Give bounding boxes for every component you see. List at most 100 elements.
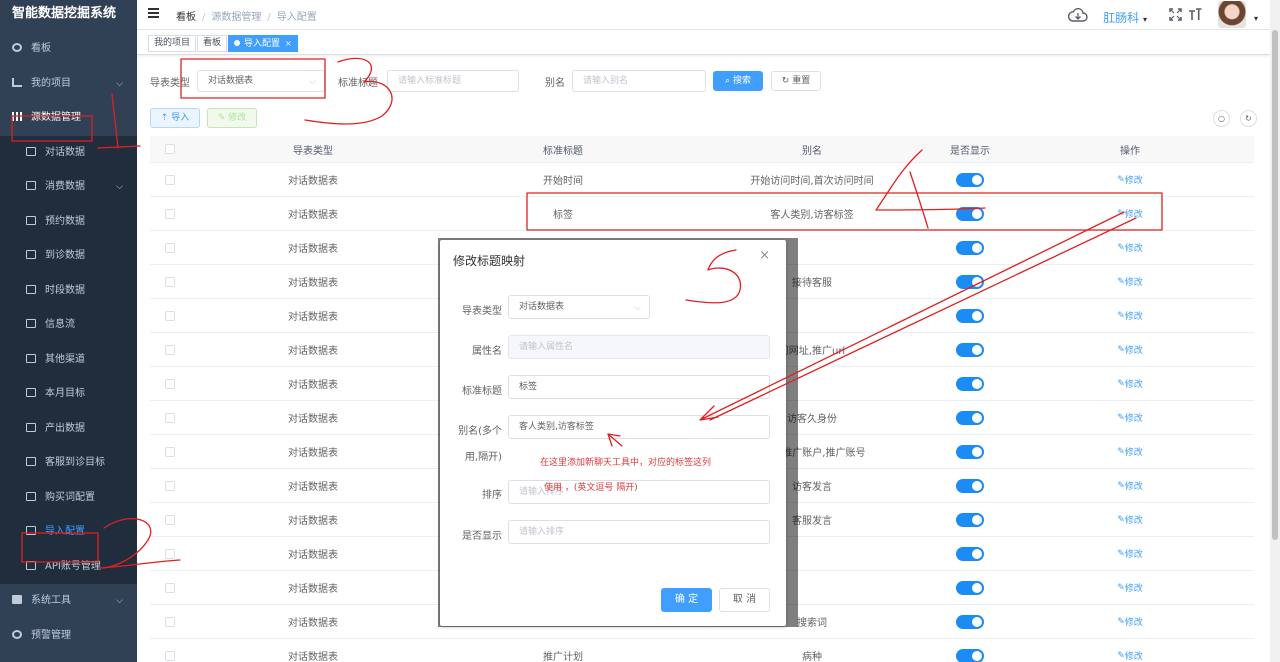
visible-switch[interactable]	[920, 265, 1020, 298]
visible-switch[interactable]	[920, 469, 1020, 502]
visible-switch[interactable]	[920, 299, 1020, 332]
sidebar-item[interactable]: 到诊数据	[0, 239, 137, 274]
tree-icon	[12, 77, 22, 87]
visible-switch[interactable]	[920, 367, 1020, 400]
import-button[interactable]: ⇡ 导入	[150, 108, 200, 128]
sidebar-item[interactable]: 购买词配置	[0, 480, 137, 515]
row-checkbox[interactable]	[162, 435, 178, 468]
row-checkbox[interactable]	[162, 571, 178, 604]
row-edit-link[interactable]: ✎ 修改	[1080, 197, 1180, 230]
filter-title-input[interactable]: 请输入标准标题	[387, 70, 519, 92]
row-checkbox[interactable]	[162, 265, 178, 298]
scrollbar-thumb[interactable]	[1272, 30, 1278, 540]
cell-title: 开始时间	[543, 176, 583, 187]
row-edit-link[interactable]: ✎ 修改	[1080, 571, 1180, 604]
dialog-type-select[interactable]: 对话数据表 ⌵	[508, 295, 650, 319]
dialog-attr-input[interactable]: 请输入属性名	[508, 335, 770, 359]
filter-alias-input[interactable]: 请输入别名	[572, 70, 706, 92]
close-icon[interactable]: ×	[759, 248, 770, 263]
sidebar-item[interactable]: 看板	[0, 32, 137, 67]
sidebar-item[interactable]: 客服到诊目标	[0, 446, 137, 481]
tag-dashboard[interactable]: 看板	[197, 35, 228, 52]
cancel-button[interactable]: 取 消	[719, 588, 770, 612]
sidebar-item[interactable]: 本月目标	[0, 377, 137, 412]
visible-switch[interactable]	[920, 197, 1020, 230]
visible-switch[interactable]	[920, 571, 1020, 604]
row-edit-link[interactable]: ✎ 修改	[1080, 299, 1180, 332]
close-icon[interactable]: ×	[285, 39, 292, 48]
fullscreen-icon[interactable]	[1169, 8, 1182, 21]
user-name[interactable]: 肛肠科 ▾	[1103, 9, 1147, 26]
row-edit-link[interactable]: ✎ 修改	[1080, 401, 1180, 434]
row-checkbox[interactable]	[162, 231, 178, 264]
row-edit-link[interactable]: ✎ 修改	[1080, 469, 1180, 502]
sidebar-item[interactable]: 信息流	[0, 308, 137, 343]
row-checkbox[interactable]	[162, 469, 178, 502]
visible-switch[interactable]	[920, 401, 1020, 434]
sidebar-item[interactable]: 预约数据	[0, 204, 137, 239]
sidebar-item[interactable]: 时段数据	[0, 273, 137, 308]
confirm-button[interactable]: 确 定	[661, 588, 712, 612]
row-checkbox[interactable]	[162, 503, 178, 536]
row-checkbox[interactable]	[162, 299, 178, 332]
sidebar-item[interactable]: 系统工具 ⌵	[0, 584, 137, 619]
annotation-note-2: 使用 ，(英文逗号 隔开)	[544, 483, 638, 493]
row-edit-link[interactable]: ✎ 修改	[1080, 333, 1180, 366]
sidebar-item[interactable]: 对话数据	[0, 135, 137, 170]
row-checkbox[interactable]	[162, 163, 178, 196]
hamburger-icon[interactable]	[148, 8, 159, 18]
cell-type: 对话数据表	[288, 176, 338, 187]
dialog-title-input[interactable]: 标签	[508, 375, 770, 399]
visible-switch[interactable]	[920, 537, 1020, 570]
edit-button[interactable]: ✎ 修改	[207, 108, 257, 128]
dialog-show-input[interactable]: 请输入排序	[508, 520, 770, 544]
sidebar-item[interactable]: 源数据管理	[0, 101, 137, 136]
avatar[interactable]	[1218, 1, 1246, 28]
row-edit-link[interactable]: ✎ 修改	[1080, 231, 1180, 264]
row-checkbox[interactable]	[162, 605, 178, 638]
search-toggle-button[interactable]: ○	[1213, 110, 1230, 127]
row-edit-link[interactable]: ✎ 修改	[1080, 163, 1180, 196]
doc-icon	[26, 146, 36, 156]
row-checkbox[interactable]	[162, 537, 178, 570]
caret-down-icon[interactable]: ▾	[1254, 14, 1258, 23]
visible-switch[interactable]	[920, 503, 1020, 536]
row-checkbox[interactable]	[162, 367, 178, 400]
row-edit-link[interactable]: ✎ 修改	[1080, 503, 1180, 536]
breadcrumb-item[interactable]: 看板	[176, 12, 196, 23]
sidebar-item[interactable]: API账号管理	[0, 549, 137, 584]
sidebar-item[interactable]: 消费数据 ⌵	[0, 170, 137, 205]
filter-type-select[interactable]: 对话数据表 ⌵	[197, 70, 325, 92]
select-all-checkbox[interactable]	[162, 136, 178, 162]
row-edit-link[interactable]: ✎ 修改	[1080, 367, 1180, 400]
row-edit-link[interactable]: ✎ 修改	[1080, 605, 1180, 638]
row-edit-link[interactable]: ✎ 修改	[1080, 639, 1180, 662]
sidebar-item[interactable]: 预警管理	[0, 619, 137, 654]
visible-switch[interactable]	[920, 435, 1020, 468]
sidebar-item[interactable]: 其他渠道	[0, 342, 137, 377]
row-checkbox[interactable]	[162, 639, 178, 662]
row-checkbox[interactable]	[162, 401, 178, 434]
tag-import-config[interactable]: 导入配置 ×	[228, 35, 298, 52]
visible-switch[interactable]	[920, 333, 1020, 366]
visible-switch[interactable]	[920, 163, 1020, 196]
row-checkbox[interactable]	[162, 333, 178, 366]
dialog-alias-input[interactable]: 客人类别,访客标签	[508, 415, 770, 439]
row-edit-link[interactable]: ✎ 修改	[1080, 537, 1180, 570]
refresh-button[interactable]: ↻	[1240, 110, 1257, 127]
sidebar-item[interactable]: 产出数据	[0, 411, 137, 446]
cloud-icon[interactable]	[1068, 8, 1088, 22]
visible-switch[interactable]	[920, 639, 1020, 662]
row-edit-link[interactable]: ✎ 修改	[1080, 265, 1180, 298]
page-scrollbar[interactable]	[1270, 0, 1280, 662]
reset-button[interactable]: ↻ 重置	[771, 71, 821, 91]
visible-switch[interactable]	[920, 231, 1020, 264]
sidebar-item[interactable]: 导入配置	[0, 515, 137, 550]
sidebar-item[interactable]: 我的项目 ⌵	[0, 67, 137, 102]
font-size-icon[interactable]	[1188, 8, 1202, 21]
tag-my-projects[interactable]: 我的项目	[148, 35, 197, 52]
search-button[interactable]: ⌕ 搜索	[713, 71, 763, 91]
row-edit-link[interactable]: ✎ 修改	[1080, 435, 1180, 468]
visible-switch[interactable]	[920, 605, 1020, 638]
row-checkbox[interactable]	[162, 197, 178, 230]
